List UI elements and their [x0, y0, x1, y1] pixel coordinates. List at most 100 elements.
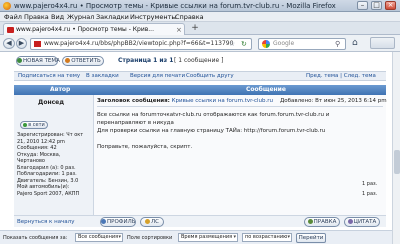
online-status-label: в сети	[28, 122, 45, 128]
tab-active[interactable]: www.pajero4x4.ru • Просмотр темы - Крив.…	[3, 23, 185, 35]
site-identity-icon	[34, 41, 41, 47]
menu-help[interactable]: Справка	[175, 12, 204, 22]
topic-action-bar: НОВАЯ ТЕМА ОТВЕТИТЬ Страница 1 из 1 [ 1 …	[0, 52, 392, 68]
email-friend-link[interactable]: Сообщить другу	[186, 72, 234, 81]
reply-label: ОТВЕТИТЬ	[71, 58, 101, 64]
url-bar[interactable]: www.pajero4x4.ru/bbs/phpBB2/viewtopic.ph…	[30, 38, 252, 50]
quote-icon	[347, 218, 353, 224]
sort-field-select[interactable]: Время размещения ▾	[178, 233, 238, 242]
post-thanks-count-1: 1 раз.	[362, 181, 378, 187]
quote-button[interactable]: ЦИТАТА	[344, 217, 380, 227]
maximize-button[interactable]: □	[371, 1, 382, 10]
post-subject-link[interactable]: Кривые ссылки на forum.tvr-club.ru	[172, 98, 273, 104]
new-topic-label: НОВАЯ ТЕМА	[23, 58, 60, 64]
post-added-time: Добавлено: Вт июн 25, 2013 6:14 pm	[280, 98, 387, 104]
profile-icon	[101, 218, 106, 224]
author-car: Pajero Sport 2007, АКПП	[17, 190, 80, 197]
minimize-button[interactable]: –	[357, 1, 368, 10]
menu-tools[interactable]: Инструменты	[130, 12, 177, 22]
messages-count: [ 1 сообщение ]	[174, 57, 224, 64]
menu-history[interactable]: Журнал	[67, 12, 94, 22]
show-posts-select[interactable]: Все сообщения ▾	[75, 233, 123, 242]
search-bar[interactable]: Google ⚲	[258, 38, 346, 50]
pm-button[interactable]: ЛС	[140, 217, 164, 227]
tab-label: www.pajero4x4.ru • Просмотр темы - Крив.…	[16, 26, 154, 33]
scrollbar-thumb[interactable]	[394, 150, 400, 174]
bookmark-star-icon[interactable]: ☆	[229, 39, 235, 49]
edit-icon	[307, 218, 313, 224]
back-button[interactable]: ◀	[3, 38, 15, 49]
page-content: НОВАЯ ТЕМА ОТВЕТИТЬ Страница 1 из 1 [ 1 …	[0, 52, 392, 244]
page-scrollbar[interactable]	[392, 52, 400, 244]
col-message-header: Сообщение	[246, 86, 286, 93]
edit-label: ПРАВКА	[313, 219, 337, 225]
navigation-bar: ◀ ▶ www.pajero4x4.ru/bbs/phpBB2/viewtopi…	[0, 35, 400, 52]
post-divider	[97, 106, 383, 107]
new-topic-button[interactable]: НОВАЯ ТЕМА	[16, 56, 60, 66]
post-body-panel: Заголовок сообщения: Кривые ссылки на fo…	[94, 95, 387, 215]
page-info: Страница 1 из 1	[118, 57, 174, 64]
menu-edit[interactable]: Правка	[24, 12, 49, 22]
pm-icon	[145, 218, 150, 224]
post-line-5: Поправьте, пожалуйста, скрипт.	[97, 144, 193, 150]
search-icon[interactable]: ⚲	[335, 39, 340, 49]
menu-file[interactable]: Файл	[4, 12, 22, 22]
print-link[interactable]: Версия для печати	[130, 72, 185, 81]
post-author-panel: Донсед в сети Зарегистрирован: Чт окт 21…	[14, 95, 94, 215]
profile-label: ПРОФИЛЬ	[107, 219, 136, 225]
subscribe-link[interactable]: Подписаться на тему	[18, 72, 80, 81]
post-line-2: перенаправляют в никуда	[97, 120, 174, 126]
firefox-icon	[3, 2, 11, 10]
post-actions-row: Вернуться к началу ПРОФИЛЬ ЛС ПРАВКА ЦИТ…	[14, 215, 386, 227]
edit-button[interactable]: ПРАВКА	[304, 217, 340, 227]
post-subject-row: Заголовок сообщения: Кривые ссылки на fo…	[97, 97, 273, 105]
col-author-header: Автор	[50, 86, 71, 93]
tab-close-icon[interactable]: ×	[176, 25, 182, 35]
site-favicon-icon	[7, 27, 14, 33]
post-subject-label: Заголовок сообщения:	[97, 98, 170, 104]
show-posts-label: Показать сообщения за:	[3, 235, 68, 241]
menu-bar: Файл Правка Вид Журнал Закладки Инструме…	[0, 12, 400, 22]
window-title: www.pajero4x4.ru • Просмотр темы - Кривы…	[14, 2, 336, 10]
post-thanks-count-2: 1 раз.	[362, 191, 378, 197]
post-line-1: Все ссылки на forumточкаtvr-club.ru отоб…	[97, 112, 330, 118]
tab-strip: www.pajero4x4.ru • Просмотр темы - Крив.…	[0, 22, 400, 35]
sort-order-select[interactable]: по возрастанию ▾	[242, 233, 292, 242]
go-button[interactable]: Перейти	[296, 233, 326, 243]
google-icon[interactable]	[262, 40, 270, 48]
chevron-down-icon: ▾	[287, 234, 290, 240]
reload-icon[interactable]: ↻	[241, 39, 247, 49]
pm-label: ЛС	[151, 219, 159, 225]
online-dot-icon	[23, 122, 28, 127]
online-status-badge: в сети	[20, 121, 48, 129]
new-topic-icon	[17, 57, 22, 63]
reply-button[interactable]: ОТВЕТИТЬ	[62, 56, 104, 66]
new-tab-button[interactable]: +	[189, 24, 201, 34]
bookmark-link[interactable]: В закладки	[86, 72, 119, 81]
chevron-down-icon: ▾	[118, 234, 121, 240]
sort-order-value: по возрастанию	[245, 234, 288, 240]
back-to-top-link[interactable]: Вернуться к началу	[17, 218, 74, 226]
posts-table-header: Автор Сообщение	[14, 85, 386, 95]
home-icon[interactable]: ⌂	[352, 37, 358, 49]
prev-next-topic-links[interactable]: Пред. тема | След. тема	[306, 72, 376, 81]
profile-button[interactable]: ПРОФИЛЬ	[100, 217, 136, 227]
forward-button[interactable]: ▶	[16, 38, 27, 49]
sort-field-value: Время размещения	[181, 234, 233, 240]
reply-icon	[65, 57, 71, 63]
chevron-down-icon: ▾	[233, 234, 236, 240]
title-bar: www.pajero4x4.ru • Просмотр темы - Кривы…	[0, 0, 400, 12]
menu-view[interactable]: Вид	[51, 12, 64, 22]
topic-tools-row: Подписаться на тему В закладки Версия дл…	[14, 71, 386, 81]
show-posts-value: Все сообщения	[78, 234, 119, 240]
post-line-3: Для проверки ссылки на главную страницу …	[97, 128, 326, 134]
url-text[interactable]: www.pajero4x4.ru/bbs/phpBB2/viewtopic.ph…	[44, 39, 234, 49]
quote-label: ЦИТАТА	[353, 219, 377, 225]
author-name[interactable]: Донсед	[38, 99, 64, 107]
sort-bar: Показать сообщения за: Все сообщения ▾ По…	[0, 230, 392, 244]
sort-field-label: Поле сортировки	[127, 235, 173, 241]
menu-bookmarks[interactable]: Закладки	[96, 12, 129, 22]
search-input[interactable]: Google	[273, 39, 294, 49]
toolbar-extension-button[interactable]	[370, 37, 395, 49]
close-window-button[interactable]: ×	[385, 1, 396, 10]
